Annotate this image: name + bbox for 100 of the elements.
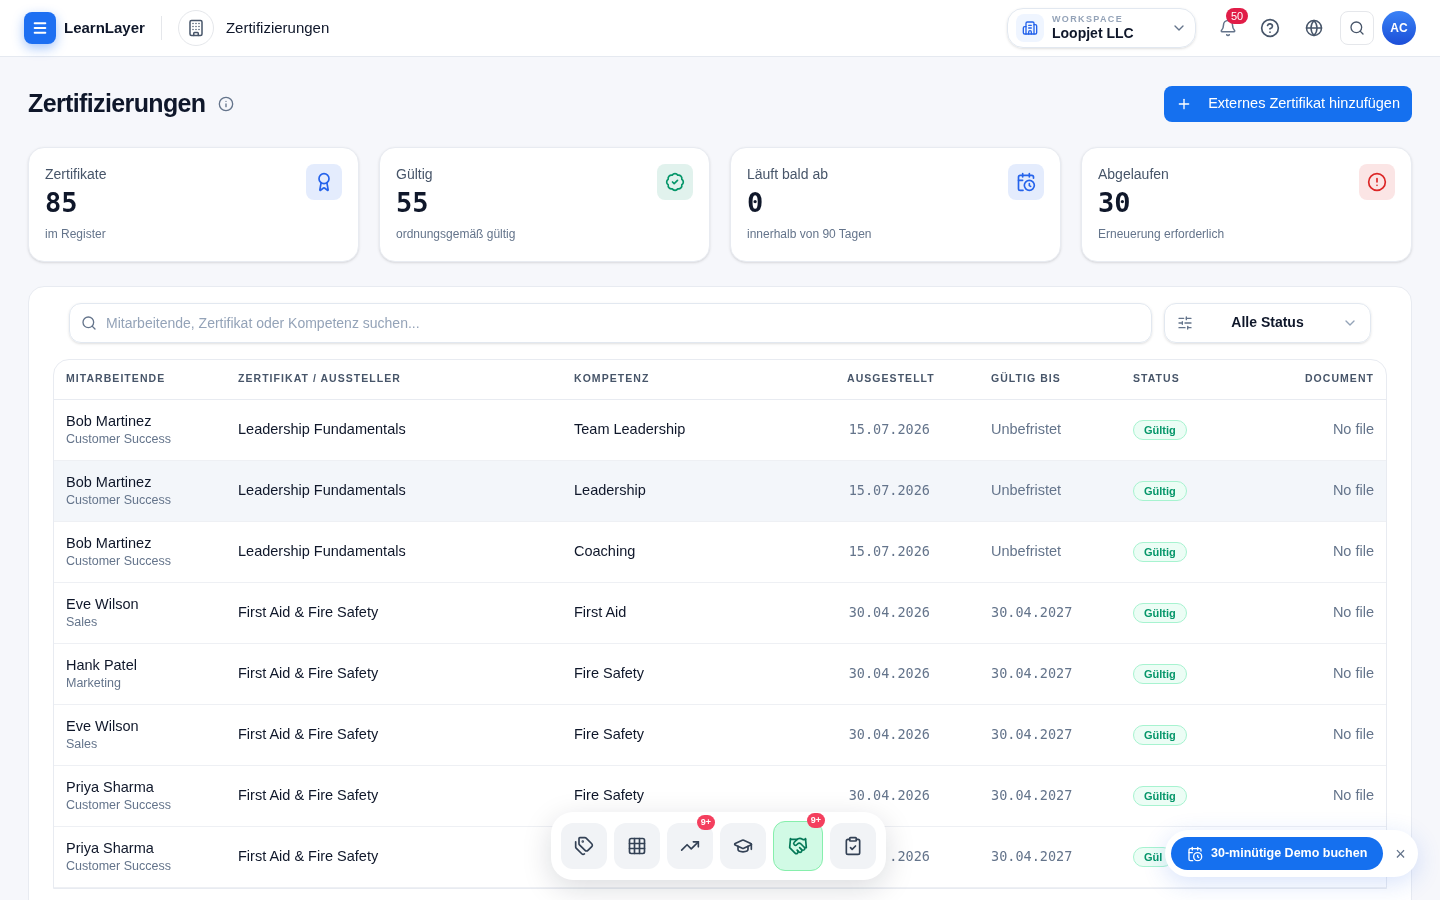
employee-team: Customer Success: [66, 857, 171, 875]
employee-team: Customer Success: [66, 796, 171, 814]
certificate-name: First Aid & Fire Safety: [238, 725, 379, 742]
certificate-name: Leadership Fundamentals: [238, 481, 406, 498]
sliders-icon: [1177, 314, 1193, 331]
issued-date: .2026: [889, 847, 930, 864]
status-badge: Gültig: [1133, 541, 1187, 562]
certificate-name: Leadership Fundamentals: [238, 542, 406, 559]
competence: Team Leadership: [574, 420, 686, 437]
employee-name: Priya Sharma: [66, 777, 154, 796]
employee-team: Sales: [66, 735, 98, 753]
workspace-selector[interactable]: WORKSPACE Loopjet LLC: [1007, 8, 1196, 48]
close-button[interactable]: ×: [1395, 844, 1406, 863]
stat-value: 30: [1098, 185, 1131, 220]
status-filter[interactable]: Alle Status: [1164, 302, 1371, 343]
add-certificate-button[interactable]: Externes Zertifikat hinzufügen: [1164, 85, 1412, 122]
issued-date: 30.04.2026: [848, 664, 930, 681]
document-status: No file: [1332, 725, 1374, 742]
book-demo-button[interactable]: 30-minütige Demo buchen: [1171, 837, 1384, 870]
issued-date: 15.07.2026: [848, 542, 930, 559]
status-badge: Gültig: [1133, 480, 1187, 501]
dock-badge: 9+: [696, 815, 715, 830]
search-icon: [81, 314, 97, 331]
certificate-name: First Aid & Fire Safety: [238, 786, 379, 803]
employee-team: Customer Success: [66, 491, 171, 509]
valid-until: 30.04.2027: [991, 725, 1073, 742]
notification-count: 50: [1226, 8, 1249, 24]
dock-button[interactable]: [667, 823, 713, 869]
status-badge: Gültig: [1133, 419, 1187, 440]
dock-button[interactable]: [830, 823, 876, 869]
clipboard-check-icon: [843, 836, 863, 856]
brand-name: LearnLayer: [64, 17, 145, 38]
competence: Coaching: [574, 542, 636, 559]
document-status: No file: [1332, 603, 1374, 620]
valid-until: 30.04.2027: [991, 786, 1073, 803]
column-header: KOMPETENZ: [574, 372, 650, 385]
column-header: AUSGESTELLT: [847, 372, 935, 385]
dock-button[interactable]: [614, 823, 660, 869]
employee-name: Eve Wilson: [66, 594, 139, 613]
dock-button[interactable]: [720, 823, 766, 869]
competence: Fire Safety: [574, 664, 645, 681]
stat-caption: ordnungsgemäß gültig: [396, 225, 516, 243]
competence: Leadership: [574, 481, 646, 498]
dock-button[interactable]: [773, 821, 823, 871]
employee-name: Hank Patel: [66, 655, 137, 674]
employee-team: Customer Success: [66, 430, 171, 448]
document-status: No file: [1332, 786, 1374, 803]
issued-date: 15.07.2026: [848, 420, 930, 437]
dock-button[interactable]: [561, 823, 607, 869]
stat-caption: Erneuerung erforderlich: [1098, 225, 1225, 243]
tags-icon: [574, 836, 594, 856]
table-row[interactable]: Bob Martinez Customer Success Leadership Fundamentals Leadership 15.07.2026 Unbefristet Gültig No file: [54, 460, 1386, 522]
stat-value: 0: [747, 185, 764, 220]
column-header: DOCUMENT: [1304, 372, 1374, 385]
valid-until: Unbefristet: [991, 542, 1062, 559]
stat-caption: innerhalb von 90 Tagen: [747, 225, 872, 243]
valid-until: Unbefristet: [991, 420, 1062, 437]
workspace-name: Loopjet LLC: [1052, 24, 1135, 43]
document-status: No file: [1332, 542, 1374, 559]
issued-date: 15.07.2026: [848, 481, 930, 498]
info-icon[interactable]: [217, 95, 234, 112]
stat-label: Zertifikate: [45, 164, 107, 184]
employee-team: Sales: [66, 613, 98, 631]
employee-name: Priya Sharma: [66, 838, 154, 857]
search-field[interactable]: Mitarbeitende, Zertifikat oder Kompetenz suchen...: [69, 302, 1152, 343]
competence: Fire Safety: [574, 786, 645, 803]
help-icon: [1260, 18, 1280, 38]
status-badge: Gültig: [1133, 663, 1187, 684]
employee-name: Bob Martinez: [66, 411, 152, 430]
stat-value: 85: [45, 185, 78, 220]
status-badge: Gültig: [1133, 724, 1187, 745]
document-status: No file: [1332, 664, 1374, 681]
status-badge: Gültig: [1133, 785, 1187, 806]
graduation-cap-icon: [733, 836, 753, 856]
valid-until: 30.04.2027: [991, 847, 1073, 864]
globe-icon: [1305, 19, 1323, 37]
employee-name: Bob Martinez: [66, 472, 152, 491]
status-badge: Gültig: [1133, 602, 1187, 623]
stat-value: 55: [396, 185, 429, 220]
certificate-name: First Aid & Fire Safety: [238, 847, 379, 864]
logo-icon: [24, 12, 56, 44]
column-header: GÜLTIG BIS: [991, 372, 1061, 385]
dock-badge: 9+: [806, 813, 825, 828]
employee-team: Marketing: [66, 674, 121, 692]
user-avatar[interactable]: AC: [1382, 11, 1416, 45]
employee-team: Customer Success: [66, 552, 171, 570]
competence: Fire Safety: [574, 725, 645, 742]
workspace-label: WORKSPACE: [1052, 13, 1124, 25]
issued-date: 30.04.2026: [848, 603, 930, 620]
handshake-icon: [788, 836, 808, 856]
building-icon: [1016, 14, 1044, 42]
valid-until: 30.04.2027: [991, 664, 1073, 681]
employee-name: Eve Wilson: [66, 716, 139, 735]
bell-icon: [1219, 19, 1237, 37]
column-header: MITARBEITENDE: [66, 372, 166, 385]
valid-until: 30.04.2027: [991, 603, 1073, 620]
stat-caption: im Register: [45, 225, 106, 243]
search-button[interactable]: [1340, 11, 1374, 45]
column-header: STATUS: [1133, 372, 1180, 385]
stat-label: Abgelaufen: [1098, 164, 1169, 184]
